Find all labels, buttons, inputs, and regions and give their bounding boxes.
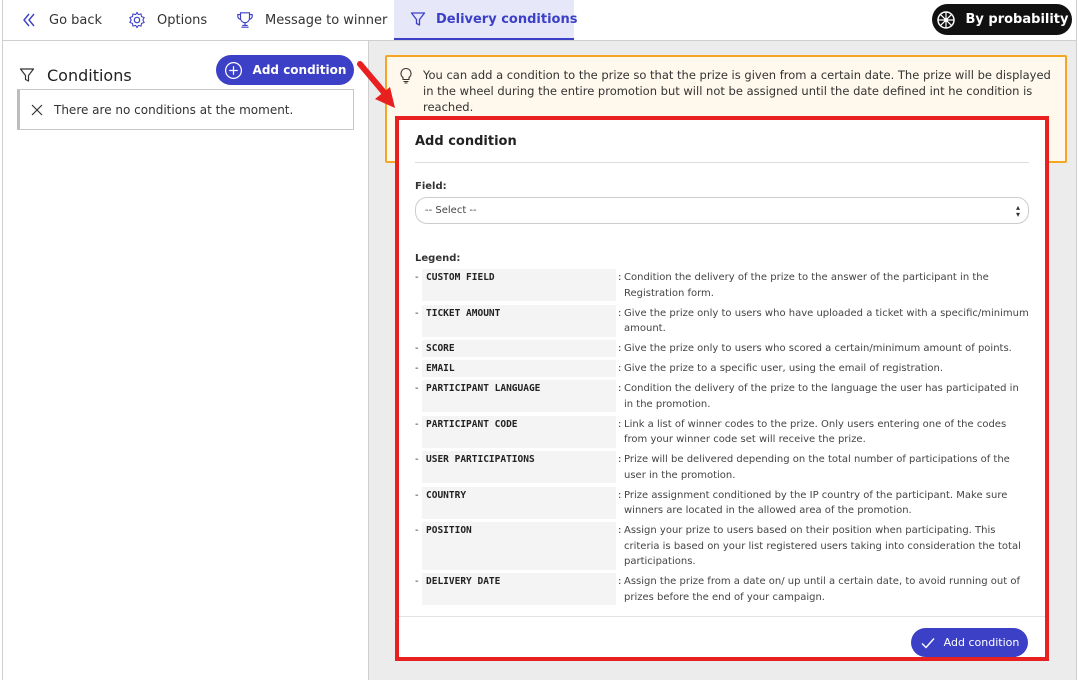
delivery-conditions-tab[interactable]: Delivery conditions xyxy=(394,0,578,40)
legend-list: - CUSTOM FIELD : Condition the delivery … xyxy=(415,269,1035,609)
legend-dash: - xyxy=(415,454,419,465)
legend-description: Link a list of winner codes to the prize… xyxy=(624,418,1007,446)
legend-row: - CUSTOM FIELD : Condition the delivery … xyxy=(415,269,1035,301)
footer-divider xyxy=(399,616,1045,617)
condition-editor-panel: You can add a condition to the prize so … xyxy=(369,41,1076,680)
legend-row: - DELIVERY DATE : Assign the prize from … xyxy=(415,573,1035,605)
legend-colon: : xyxy=(618,418,622,430)
legend-description: Assign your prize to users based on thei… xyxy=(624,525,1021,567)
plus-circle-icon xyxy=(224,61,243,80)
legend-colon: : xyxy=(618,525,622,536)
submit-add-condition-button[interactable]: Add condition xyxy=(911,628,1028,657)
legend-dash: - xyxy=(415,418,419,430)
legend-key: SCORE xyxy=(422,340,616,357)
legend-key: CUSTOM FIELD xyxy=(422,269,616,301)
close-icon xyxy=(30,103,44,117)
add-condition-card: Add condition Field: -- Select -- ▴ ▾ Leg… xyxy=(395,116,1049,661)
chevron-double-left-icon xyxy=(19,10,39,30)
empty-conditions-message: There are no conditions at the moment. xyxy=(17,89,354,130)
legend-dash: - xyxy=(415,272,419,283)
legend-dash: - xyxy=(415,383,419,394)
legend-row: - COUNTRY : Prize assignment conditioned… xyxy=(415,486,1035,519)
legend-dash: - xyxy=(415,363,419,374)
app-frame: Go back Options Message to winner Delive… xyxy=(2,0,1077,680)
legend-key: PARTICIPANT LANGUAGE xyxy=(422,380,616,412)
legend-key: USER PARTICIPATIONS xyxy=(422,451,616,483)
legend-description: Assign the prize from a date on/ up unti… xyxy=(624,576,1020,603)
legend-key: PARTICIPANT CODE xyxy=(422,415,616,448)
wheel-icon xyxy=(936,10,956,30)
legend-key: DELIVERY DATE xyxy=(422,573,616,605)
conditions-title: Conditions xyxy=(47,66,132,85)
check-icon xyxy=(920,635,936,651)
legend-colon: : xyxy=(618,454,622,465)
legend-row: - TICKET AMOUNT : Give the prize only to… xyxy=(415,304,1035,337)
legend-description: Give the prize to a specific user, using… xyxy=(624,363,944,374)
legend-colon: : xyxy=(618,383,622,394)
delivery-conditions-label: Delivery conditions xyxy=(436,11,578,27)
legend-colon: : xyxy=(618,576,622,587)
legend-row: - USER PARTICIPATIONS : Prize will be de… xyxy=(415,451,1035,483)
field-select[interactable]: -- Select -- ▴ ▾ xyxy=(415,197,1029,224)
filter-icon xyxy=(19,67,37,85)
red-arrow-icon xyxy=(357,61,395,108)
legend-colon: : xyxy=(618,343,622,354)
legend-row: - EMAIL : Give the prize to a specific u… xyxy=(415,360,1035,377)
top-nav: Go back Options Message to winner Delive… xyxy=(3,0,1076,41)
legend-dash: - xyxy=(415,576,419,587)
legend-colon: : xyxy=(618,363,622,374)
legend-description: Prize assignment conditioned by the IP c… xyxy=(624,489,1008,517)
legend-dash: - xyxy=(415,525,419,536)
legend-key: EMAIL xyxy=(422,360,616,377)
legend-description: Give the prize only to users who have up… xyxy=(624,307,1029,335)
conditions-header: Conditions xyxy=(19,66,132,85)
filter-icon xyxy=(410,9,426,29)
field-label: Field: xyxy=(415,181,447,192)
legend-row: - POSITION : Assign your prize to users … xyxy=(415,522,1035,570)
legend-dash: - xyxy=(415,307,419,319)
empty-conditions-text: There are no conditions at the moment. xyxy=(54,102,294,117)
options-tab[interactable]: Options xyxy=(127,0,207,40)
gear-icon xyxy=(127,10,147,30)
legend-key: COUNTRY xyxy=(422,486,616,519)
card-title: Add condition xyxy=(415,134,517,149)
legend-key: POSITION xyxy=(422,522,616,570)
go-back-tab[interactable]: Go back xyxy=(19,0,102,40)
divider xyxy=(415,162,1029,163)
by-probability-button[interactable]: By probability xyxy=(932,4,1072,35)
legend-label: Legend: xyxy=(415,253,461,264)
legend-row: - PARTICIPANT CODE : Link a list of winn… xyxy=(415,415,1035,448)
info-text: You can add a condition to the prize so … xyxy=(423,68,1051,114)
message-to-winner-label: Message to winner xyxy=(265,12,388,28)
legend-description: Condition the delivery of the prize to t… xyxy=(624,383,1019,410)
go-back-label: Go back xyxy=(49,12,103,28)
legend-colon: : xyxy=(618,272,622,283)
legend-key: TICKET AMOUNT xyxy=(422,304,616,337)
select-caret-icon: ▴ ▾ xyxy=(1015,203,1020,219)
add-condition-label: Add condition xyxy=(252,63,347,77)
message-to-winner-tab[interactable]: Message to winner xyxy=(235,0,387,40)
submit-add-condition-label: Add condition xyxy=(943,636,1020,649)
by-probability-label: By probability xyxy=(965,12,1069,27)
field-select-value: -- Select -- xyxy=(425,205,477,216)
options-label: Options xyxy=(157,12,208,28)
add-condition-button[interactable]: Add condition xyxy=(216,55,354,85)
legend-colon: : xyxy=(618,307,622,319)
legend-dash: - xyxy=(415,489,419,501)
legend-description: Prize will be delivered depending on the… xyxy=(624,454,1010,481)
legend-row: - PARTICIPANT LANGUAGE : Condition the d… xyxy=(415,380,1035,412)
trophy-icon xyxy=(235,10,255,30)
conditions-panel: Conditions Add condition There are no co… xyxy=(3,41,369,680)
legend-description: Give the prize only to users who scored … xyxy=(624,343,1012,354)
legend-dash: - xyxy=(415,343,419,354)
legend-colon: : xyxy=(618,489,622,501)
legend-description: Condition the delivery of the prize to t… xyxy=(624,272,989,299)
legend-row: - SCORE : Give the prize only to users w… xyxy=(415,340,1035,357)
